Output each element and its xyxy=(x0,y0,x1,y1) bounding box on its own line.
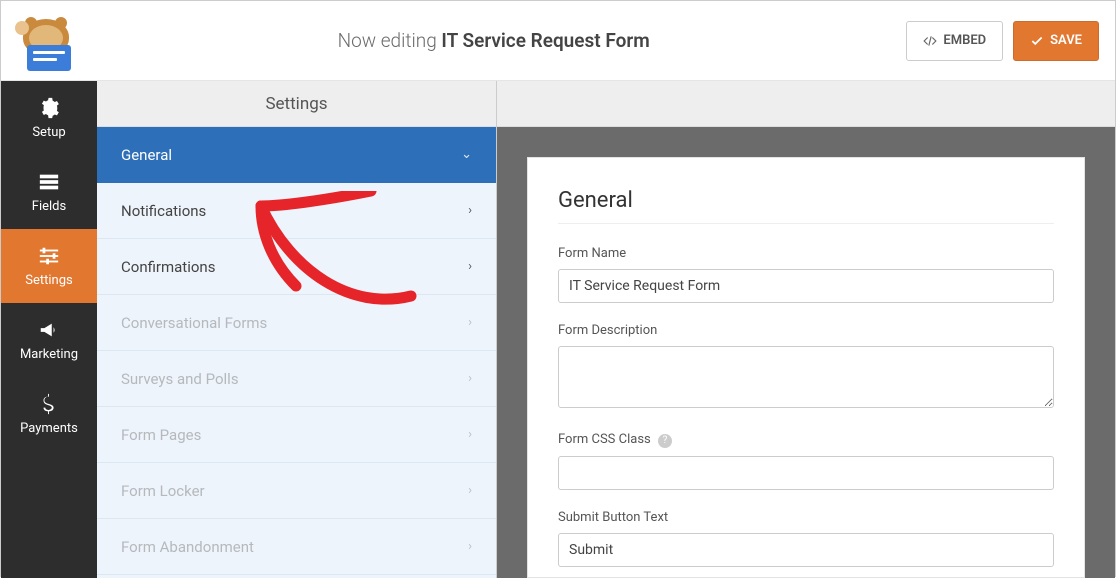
settings-list: General ⌄ Notifications › Confirmations … xyxy=(97,127,496,578)
iconbar-item-marketing[interactable]: Marketing xyxy=(1,303,97,377)
chevron-right-icon: › xyxy=(468,315,472,330)
chevron-right-icon: › xyxy=(468,539,472,554)
form-css-class-label-text: Form CSS Class xyxy=(558,432,651,447)
settings-item-form-abandonment[interactable]: Form Abandonment › xyxy=(97,519,496,575)
editing-form-name: IT Service Request Form xyxy=(441,29,649,52)
settings-item-label: General xyxy=(121,146,172,164)
iconbar-label: Marketing xyxy=(20,347,78,362)
save-label: SAVE xyxy=(1050,33,1082,48)
settings-item-label: Form Pages xyxy=(121,426,201,444)
field-submit-button-text: Submit Button Text xyxy=(558,510,1054,567)
editing-prefix: Now editing xyxy=(338,29,442,52)
card-heading: General xyxy=(558,188,1054,224)
settings-item-form-pages[interactable]: Form Pages › xyxy=(97,407,496,463)
field-form-css-class: Form CSS Class ? xyxy=(558,432,1054,490)
settings-item-conversational-forms[interactable]: Conversational Forms › xyxy=(97,295,496,351)
settings-panel-title: Settings xyxy=(97,81,496,127)
header-actions: EMBED SAVE xyxy=(906,21,1099,61)
form-description-input[interactable] xyxy=(558,346,1054,408)
workspace: Setup Fields Settings Marketing Payments xyxy=(1,81,1115,578)
iconbar-item-payments[interactable]: Payments xyxy=(1,377,97,451)
embed-label: EMBED xyxy=(943,33,986,48)
iconbar-label: Fields xyxy=(32,199,66,214)
chevron-right-icon: › xyxy=(468,371,472,386)
settings-item-general[interactable]: General ⌄ xyxy=(97,127,496,183)
submit-button-text-input[interactable] xyxy=(558,533,1054,567)
iconbar-item-settings[interactable]: Settings xyxy=(1,229,97,303)
gear-icon xyxy=(38,97,60,119)
settings-item-label: Surveys and Polls xyxy=(121,370,239,388)
submit-button-text-label: Submit Button Text xyxy=(558,510,1054,525)
dollar-icon xyxy=(38,393,60,415)
help-icon[interactable]: ? xyxy=(658,434,672,448)
app-header: Now editing IT Service Request Form EMBE… xyxy=(1,1,1115,81)
iconbar-item-setup[interactable]: Setup xyxy=(1,81,97,155)
settings-item-form-locker[interactable]: Form Locker › xyxy=(97,463,496,519)
form-css-class-input[interactable] xyxy=(558,456,1054,490)
form-css-class-label: Form CSS Class ? xyxy=(558,432,1054,448)
settings-item-label: Confirmations xyxy=(121,258,215,276)
chevron-down-icon: ⌄ xyxy=(461,147,472,162)
chevron-right-icon: › xyxy=(468,203,472,218)
chevron-right-icon: › xyxy=(468,427,472,442)
check-icon xyxy=(1030,34,1044,48)
main-area: General Form Name Form Description Form … xyxy=(497,81,1115,578)
settings-item-label: Form Locker xyxy=(121,482,205,500)
iconbar-label: Settings xyxy=(25,273,72,288)
settings-panel: Settings General ⌄ Notifications › Confi… xyxy=(97,81,497,578)
canvas-scroll: General Form Name Form Description Form … xyxy=(497,127,1115,578)
field-form-description: Form Description xyxy=(558,323,1054,412)
form-name-input[interactable] xyxy=(558,269,1054,303)
code-icon xyxy=(923,34,937,48)
chevron-right-icon: › xyxy=(468,259,472,274)
canvas-title-bar xyxy=(497,81,1115,127)
embed-button[interactable]: EMBED xyxy=(906,21,1003,61)
settings-item-label: Notifications xyxy=(121,202,206,220)
form-description-label: Form Description xyxy=(558,323,1054,338)
page-title: Now editing IT Service Request Form xyxy=(81,29,906,52)
form-name-label: Form Name xyxy=(558,246,1054,261)
chevron-right-icon: › xyxy=(468,483,472,498)
save-button[interactable]: SAVE xyxy=(1013,21,1099,61)
sliders-icon xyxy=(38,245,60,267)
settings-item-label: Form Abandonment xyxy=(121,538,254,556)
settings-item-notifications[interactable]: Notifications › xyxy=(97,183,496,239)
iconbar-label: Payments xyxy=(20,421,78,436)
bullhorn-icon xyxy=(38,319,60,341)
settings-item-confirmations[interactable]: Confirmations › xyxy=(97,239,496,295)
field-form-name: Form Name xyxy=(558,246,1054,303)
settings-item-surveys-polls[interactable]: Surveys and Polls › xyxy=(97,351,496,407)
general-settings-card: General Form Name Form Description Form … xyxy=(527,157,1085,578)
list-icon xyxy=(38,171,60,193)
iconbar-item-fields[interactable]: Fields xyxy=(1,155,97,229)
brand-logo xyxy=(11,11,81,71)
primary-iconbar: Setup Fields Settings Marketing Payments xyxy=(1,81,97,578)
settings-item-label: Conversational Forms xyxy=(121,314,267,332)
iconbar-label: Setup xyxy=(32,125,65,140)
